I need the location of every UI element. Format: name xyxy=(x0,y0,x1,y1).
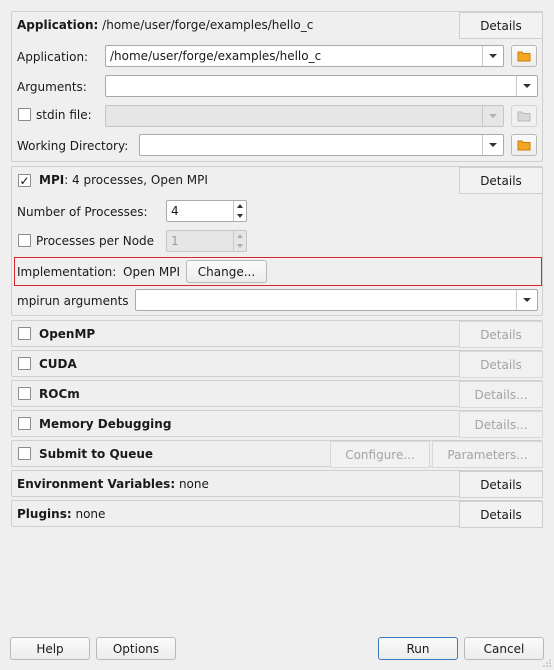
cuda-checkbox[interactable] xyxy=(18,357,31,370)
working-directory-combo[interactable] xyxy=(139,134,504,156)
mpi-header: MPI: 4 processes, Open MPI xyxy=(39,173,208,187)
environment-variables-details-button[interactable]: Details xyxy=(459,471,543,498)
chevron-down-icon[interactable] xyxy=(482,46,503,66)
mpirun-arguments-label: mpirun arguments xyxy=(17,294,129,308)
rocm-details-button[interactable]: Details... xyxy=(459,381,543,408)
resize-grip-icon[interactable] xyxy=(542,658,552,668)
environment-variables-label: Environment Variables: xyxy=(17,477,176,491)
memory-debugging-label: Memory Debugging xyxy=(39,417,172,431)
stdin-combo[interactable] xyxy=(105,105,504,127)
plugins-header: Plugins: none xyxy=(17,507,105,521)
help-button[interactable]: Help xyxy=(10,637,90,660)
application-label: Application: xyxy=(17,50,89,64)
plugins-details-button[interactable]: Details xyxy=(459,501,543,528)
check-icon: ✓ xyxy=(19,173,30,188)
plugins-label: Plugins: xyxy=(17,507,72,521)
number-of-processes-value: 4 xyxy=(171,204,179,218)
queue-parameters-button[interactable]: Parameters... xyxy=(432,441,543,468)
environment-variables-header: Environment Variables: none xyxy=(17,477,209,491)
chevron-down-icon[interactable] xyxy=(482,106,503,126)
openmp-checkbox[interactable] xyxy=(18,327,31,340)
chevron-down-icon[interactable] xyxy=(516,76,537,96)
queue-configure-button[interactable]: Configure... xyxy=(330,441,430,468)
application-header-value: /home/user/forge/examples/hello_c xyxy=(102,18,314,32)
processes-per-node-value: 1 xyxy=(171,234,179,248)
processes-per-node-spinbox[interactable]: 1 xyxy=(166,230,247,252)
implementation-label: Implementation: xyxy=(17,265,117,279)
application-section: Application: /home/user/forge/examples/h… xyxy=(11,11,543,162)
stdin-label: stdin file: xyxy=(36,108,92,122)
folder-icon xyxy=(517,111,531,122)
arguments-label: Arguments: xyxy=(17,80,87,94)
spin-up-icon[interactable] xyxy=(234,231,246,241)
mpi-checkbox[interactable]: ✓ xyxy=(18,174,31,187)
mpi-header-label: MPI xyxy=(39,173,65,187)
rocm-checkbox[interactable] xyxy=(18,387,31,400)
mpi-header-value: : 4 processes, Open MPI xyxy=(64,173,208,187)
number-of-processes-label: Number of Processes: xyxy=(17,205,148,219)
cancel-button[interactable]: Cancel xyxy=(464,637,544,660)
change-implementation-button[interactable]: Change... xyxy=(186,260,267,283)
cuda-details-button[interactable]: Details xyxy=(459,351,543,378)
processes-per-node-checkbox[interactable] xyxy=(18,234,31,247)
openmp-details-button[interactable]: Details xyxy=(459,321,543,348)
folder-icon xyxy=(517,51,531,62)
memory-debugging-details-button[interactable]: Details... xyxy=(459,411,543,438)
environment-variables-value: none xyxy=(178,477,209,491)
working-directory-browse-button[interactable] xyxy=(511,134,537,156)
application-header: Application: /home/user/forge/examples/h… xyxy=(17,18,313,32)
chevron-down-icon[interactable] xyxy=(516,290,537,310)
application-combo-value: /home/user/forge/examples/hello_c xyxy=(110,49,322,63)
implementation-value: Open MPI xyxy=(123,265,180,279)
chevron-down-icon[interactable] xyxy=(482,135,503,155)
options-button[interactable]: Options xyxy=(96,637,176,660)
environment-variables-section: Environment Variables: none Details xyxy=(11,470,543,498)
run-button[interactable]: Run xyxy=(378,637,458,660)
spin-up-icon[interactable] xyxy=(234,201,246,211)
mpi-details-button[interactable]: Details xyxy=(459,167,543,194)
application-combo[interactable]: /home/user/forge/examples/hello_c xyxy=(105,45,504,67)
openmp-section: OpenMP Details xyxy=(11,320,543,348)
arguments-combo[interactable] xyxy=(105,75,538,97)
rocm-section: ROCm Details... xyxy=(11,380,543,408)
processes-per-node-label: Processes per Node xyxy=(36,234,155,248)
cuda-section: CUDA Details xyxy=(11,350,543,378)
application-details-button[interactable]: Details xyxy=(459,12,543,39)
spin-down-icon[interactable] xyxy=(234,211,246,221)
rocm-label: ROCm xyxy=(39,387,80,401)
working-directory-label: Working Directory: xyxy=(17,139,129,153)
implementation-row: Implementation: Open MPI Change... xyxy=(14,257,542,286)
submit-to-queue-label: Submit to Queue xyxy=(39,447,154,461)
submit-to-queue-section: Submit to Queue Configure... Parameters.… xyxy=(11,440,543,468)
openmp-label: OpenMP xyxy=(39,327,96,341)
plugins-value: none xyxy=(75,507,106,521)
application-header-label: Application: xyxy=(17,18,99,32)
application-browse-button[interactable] xyxy=(511,45,537,67)
stdin-browse-button[interactable] xyxy=(511,105,537,127)
memory-debugging-checkbox[interactable] xyxy=(18,417,31,430)
plugins-section: Plugins: none Details xyxy=(11,500,543,528)
stdin-checkbox[interactable] xyxy=(18,108,31,121)
submit-to-queue-checkbox[interactable] xyxy=(18,447,31,460)
spin-down-icon[interactable] xyxy=(234,241,246,251)
folder-icon xyxy=(517,140,531,151)
number-of-processes-spinbox[interactable]: 4 xyxy=(166,200,247,222)
memory-debugging-section: Memory Debugging Details... xyxy=(11,410,543,438)
mpirun-arguments-combo[interactable] xyxy=(135,289,538,311)
mpi-section: ✓ MPI: 4 processes, Open MPI Details Num… xyxy=(11,166,543,316)
cuda-label: CUDA xyxy=(39,357,77,371)
